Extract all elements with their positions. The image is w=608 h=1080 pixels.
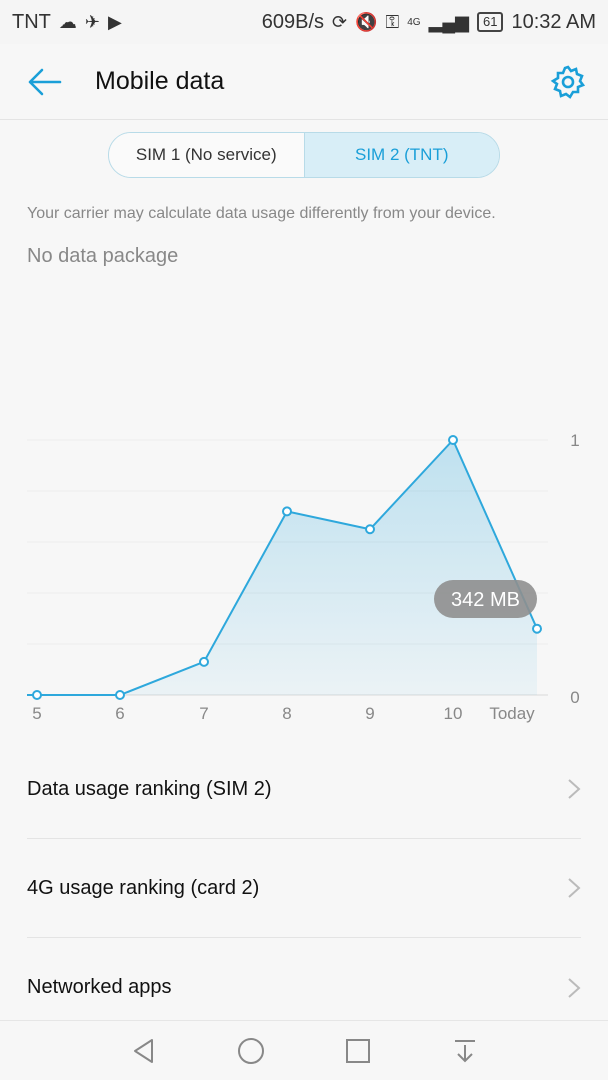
data-point [532,623,542,634]
usage-tooltip-label: 342 MB [451,589,520,611]
chevron-right-icon [568,977,581,998]
data-point [199,656,209,667]
signal-icon: ▂▄▆ [428,12,470,32]
x-tick-label: 9 [365,704,374,723]
carrier-notice: Your carrier may calculate data usage di… [27,205,496,222]
carrier-label: TNT [12,10,51,33]
list-item-data-usage-ranking[interactable]: Data usage ranking (SIM 2) [27,740,581,839]
sim-selector: SIM 1 (No service) SIM 2 (TNT) [108,132,500,178]
mute-icon: 🔇 [355,12,378,32]
data-package-status[interactable]: No data package [27,245,178,268]
satellite-icon: ✈ [84,12,100,32]
data-point [115,690,125,700]
x-tick-label: 10 [444,704,463,723]
system-nav-bar [0,1020,608,1080]
nav-home-button[interactable] [231,1031,271,1071]
key-icon: ⚿ [385,12,400,32]
youtube-icon: ▶ [107,12,122,32]
nav-back-button[interactable] [124,1031,164,1071]
data-point [365,524,375,535]
data-point [32,690,42,700]
nav-notification-button[interactable] [445,1031,485,1071]
chevron-right-icon [568,779,581,799]
gear-icon [550,65,586,99]
home-icon [237,1037,264,1064]
usage-area [27,440,537,695]
nav-recents-button[interactable] [338,1031,378,1071]
clock: 10:32 AM [511,10,596,33]
back-button[interactable] [22,59,68,105]
battery-indicator: 61 [477,12,504,32]
list-item-4g-usage-ranking[interactable]: 4G usage ranking (card 2) [27,839,581,938]
list-item-label: Networked apps [27,976,172,998]
y-tick-label: 1 [570,431,579,450]
x-tick-label: 8 [282,704,291,723]
settings-button[interactable] [550,64,586,100]
status-left: TNT ☁ ✈ ▶ [12,11,122,34]
data-usage-chart: 5 6 7 8 9 10 Today10342 MB [27,431,580,723]
x-tick-label: 7 [199,704,208,723]
list-item-label: Data usage ranking (SIM 2) [27,777,272,800]
data-point [282,506,292,517]
tab-sim-1[interactable]: SIM 1 (No service) [109,133,305,177]
app-bar: Mobile data [0,44,608,120]
usage-options-list: Data usage ranking (SIM 2) 4G usage rank… [0,740,608,1037]
recents-icon [345,1038,370,1063]
list-item-label: 4G usage ranking (card 2) [27,876,260,899]
tab-sim-2[interactable]: SIM 2 (TNT) [304,133,499,177]
network-type: 4G [407,16,421,28]
y-tick-label: 0 [570,688,579,707]
status-right: 609B/s ⟳ 🔇 ⚿ 4G ▂▄▆ 61 10:32 AM [262,11,596,34]
status-bar: TNT ☁ ✈ ▶ 609B/s ⟳ 🔇 ⚿ 4G ▂▄▆ 61 10:32 A… [0,0,608,44]
x-tick-label: 5 [32,704,41,723]
back-arrow-icon [28,68,62,95]
chevron-right-icon [568,878,581,898]
cloud-icon: ☁ [58,12,77,32]
x-tick-label: 6 [115,704,124,723]
sync-icon: ⟳ [332,12,348,32]
net-speed: 609B/s [261,10,324,33]
x-tick-label: Today [489,704,535,723]
data-point [448,435,458,445]
notification-pull-icon [454,1039,475,1062]
page-title: Mobile data [95,67,225,95]
back-icon [133,1038,153,1063]
